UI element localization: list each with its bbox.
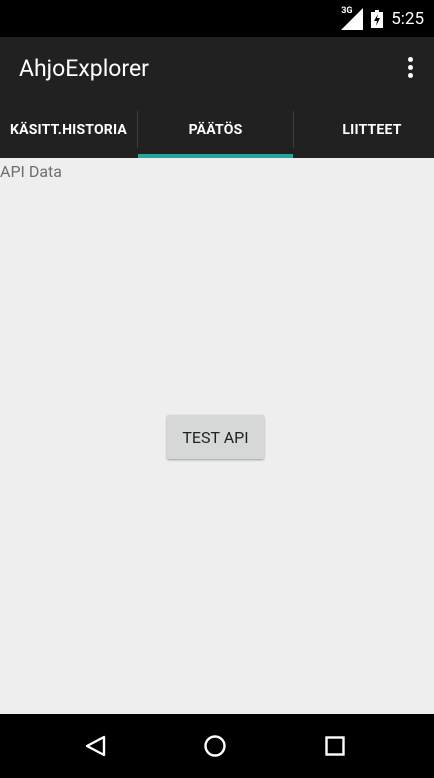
back-icon[interactable] [77, 728, 113, 764]
app-bar: AhjoExplorer [0, 37, 434, 101]
status-bar: 3G 5:25 [0, 0, 434, 37]
more-vert-icon[interactable] [406, 57, 414, 81]
signal-icon: 3G [341, 6, 364, 30]
tab-paatos[interactable]: PÄÄTÖS [138, 101, 293, 158]
tab-bar: KÄSITT.HISTORIA PÄÄTÖS LIITTEET [0, 101, 434, 158]
clock-time: 5:25 [391, 9, 424, 29]
battery-charging-icon [371, 10, 384, 28]
api-data-text: API Data [0, 162, 62, 181]
test-api-button[interactable]: TEST API [167, 415, 264, 459]
status-icons: 3G 5:25 [341, 6, 424, 30]
home-icon[interactable] [197, 728, 233, 764]
app-title: AhjoExplorer [19, 55, 149, 82]
tab-kasitt-historia[interactable]: KÄSITT.HISTORIA [0, 101, 137, 158]
tab-liitteet[interactable]: LIITTEET [294, 101, 434, 158]
recents-icon[interactable] [317, 728, 353, 764]
navigation-bar [0, 714, 434, 778]
main-content: API Data TEST API [0, 158, 434, 714]
network-type-label: 3G [341, 6, 353, 16]
